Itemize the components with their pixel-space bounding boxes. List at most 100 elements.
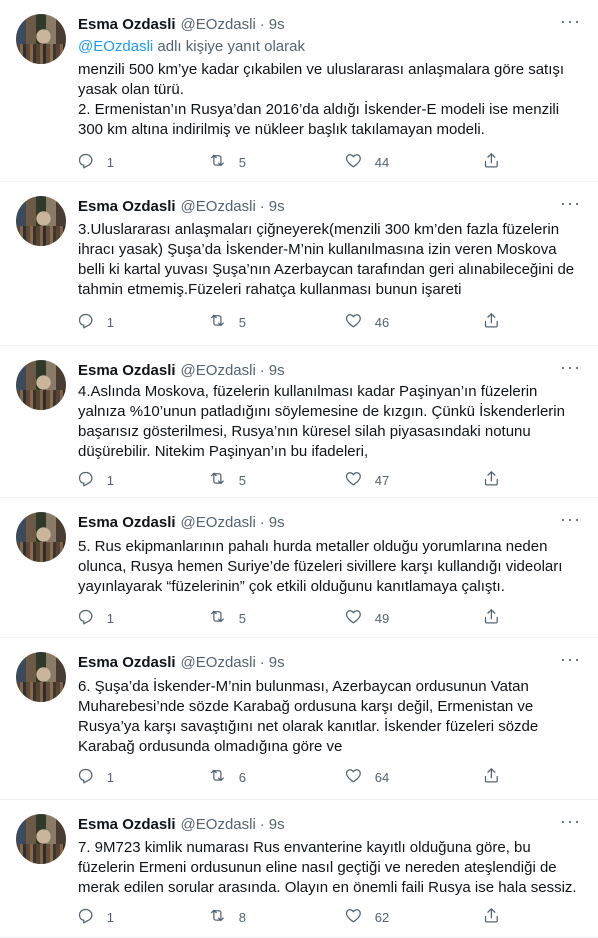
more-icon[interactable]: ··· [560,358,580,380]
heart-icon [344,607,363,629]
share-button[interactable] [482,468,501,492]
separator-dot: · [259,15,265,33]
retweet-count: 5 [238,154,246,170]
share-icon [482,311,501,333]
author-name[interactable]: Esma Ozdasli [78,198,176,215]
author-handle[interactable]: @EOzdasli [181,654,256,671]
timestamp[interactable]: 9s [269,198,285,215]
retweet-button[interactable]: 6 [208,765,246,789]
avatar[interactable] [16,512,66,562]
more-icon[interactable]: ··· [560,510,580,532]
like-button[interactable]: 49 [344,606,389,630]
heart-icon [344,151,363,173]
tweet-4[interactable]: Esma Ozdasli @EOzdasli · 9s ··· 5. Rus ekipma… [0,498,598,638]
reply-button[interactable]: 1 [76,468,114,492]
like-count: 62 [374,909,390,925]
like-button[interactable]: 44 [344,150,389,174]
reply-button[interactable]: 1 [76,905,114,929]
timestamp[interactable]: 9s [269,654,285,671]
tweet-header: Esma Ozdasli @EOzdasli · 9s [78,14,285,34]
like-count: 44 [374,154,390,170]
retweet-button[interactable]: 5 [208,150,246,174]
share-icon [482,607,501,629]
reply-button[interactable]: 1 [76,606,114,630]
timestamp[interactable]: 9s [269,514,285,531]
tweet-2[interactable]: Esma Ozdasli @EOzdasli · 9s ··· 3.Uluslararas… [0,182,598,346]
tweet-text-line: 5. Rus ekipmanlarının pahalı hurda metal… [78,538,563,595]
tweet-thread: Esma Ozdasli @EOzdasli · 9s ··· @EOzdasli adl… [0,0,598,938]
share-button[interactable] [482,765,501,789]
author-handle[interactable]: @EOzdasli [181,362,256,379]
author-handle[interactable]: @EOzdasli [181,816,256,833]
share-button[interactable] [482,310,501,334]
retweet-button[interactable]: 8 [208,905,246,929]
like-button[interactable]: 64 [344,765,389,789]
reply-button[interactable]: 1 [76,765,114,789]
retweet-icon [208,151,227,173]
tweet-6[interactable]: Esma Ozdasli @EOzdasli · 9s ··· 7. 9M723 kiml… [0,800,598,938]
heart-icon [344,906,363,928]
retweet-button[interactable]: 5 [208,606,246,630]
reply-button[interactable]: 1 [76,310,114,334]
share-button[interactable] [482,905,501,929]
tweet-5[interactable]: Esma Ozdasli @EOzdasli · 9s ··· 6. Şuşa’da İs… [0,638,598,800]
retweet-icon [208,607,227,629]
tweet-text-line: 2. Ermenistan’ın Rusya’dan 2016’da aldığ… [78,101,560,138]
separator-dot: · [259,361,265,379]
avatar[interactable] [16,814,66,864]
timestamp[interactable]: 9s [269,16,285,33]
tweet-actions: 1 5 49 [66,606,506,630]
retweet-count: 5 [238,314,246,330]
author-name[interactable]: Esma Ozdasli [78,362,176,379]
more-icon[interactable]: ··· [560,650,580,672]
more-icon[interactable]: ··· [560,194,580,216]
retweet-count: 6 [238,769,246,785]
reply-count: 1 [106,610,114,626]
like-button[interactable]: 47 [344,468,389,492]
author-name[interactable]: Esma Ozdasli [78,816,176,833]
heart-icon [344,469,363,491]
reply-mention-link[interactable]: @EOzdasli [78,38,153,55]
tweet-actions: 1 8 62 [66,905,506,929]
tweet-text-line: menzili 500 km’ye kadar çıkabilen ve ulu… [78,61,565,98]
share-button[interactable] [482,150,501,174]
retweet-button[interactable]: 5 [208,468,246,492]
like-button[interactable]: 62 [344,905,389,929]
tweet-text-line: 7. 9M723 kimlik numarası Rus envanterine… [78,839,577,896]
reply-button[interactable]: 1 [76,150,114,174]
retweet-icon [208,311,227,333]
author-name[interactable]: Esma Ozdasli [78,16,176,33]
replying-suffix: adlı kişiye yanıt olarak [153,38,305,55]
share-icon [482,469,501,491]
share-button[interactable] [482,606,501,630]
avatar[interactable] [16,652,66,702]
avatar[interactable] [16,14,66,64]
reply-count: 1 [106,314,114,330]
like-button[interactable]: 46 [344,310,389,334]
tweet-3[interactable]: Esma Ozdasli @EOzdasli · 9s ··· 4.Aslında Mos… [0,346,598,498]
author-handle[interactable]: @EOzdasli [181,514,256,531]
tweet-text: 6. Şuşa’da İskender-M’nin bulunması, Aze… [78,677,580,757]
timestamp[interactable]: 9s [269,362,285,379]
tweet-text-line: 4.Aslında Moskova, füzelerin kullanılmas… [78,383,565,460]
share-icon [482,906,501,928]
author-name[interactable]: Esma Ozdasli [78,514,176,531]
timestamp[interactable]: 9s [269,816,285,833]
separator-dot: · [259,197,265,215]
author-name[interactable]: Esma Ozdasli [78,654,176,671]
tweet-1[interactable]: Esma Ozdasli @EOzdasli · 9s ··· @EOzdasli adl… [0,0,598,182]
share-icon [482,766,501,788]
reply-icon [76,311,95,333]
avatar[interactable] [16,360,66,410]
more-icon[interactable]: ··· [560,812,580,834]
more-icon[interactable]: ··· [560,12,580,34]
tweet-text: 4.Aslında Moskova, füzelerin kullanılmas… [78,382,580,462]
retweet-button[interactable]: 5 [208,310,246,334]
author-handle[interactable]: @EOzdasli [181,198,256,215]
tweet-text: 3.Uluslararası anlaşmaları çiğneyerek(me… [78,220,580,300]
avatar[interactable] [16,196,66,246]
author-handle[interactable]: @EOzdasli [181,16,256,33]
reply-icon [76,766,95,788]
reply-count: 1 [106,769,114,785]
tweet-actions: 1 5 44 [66,150,506,174]
